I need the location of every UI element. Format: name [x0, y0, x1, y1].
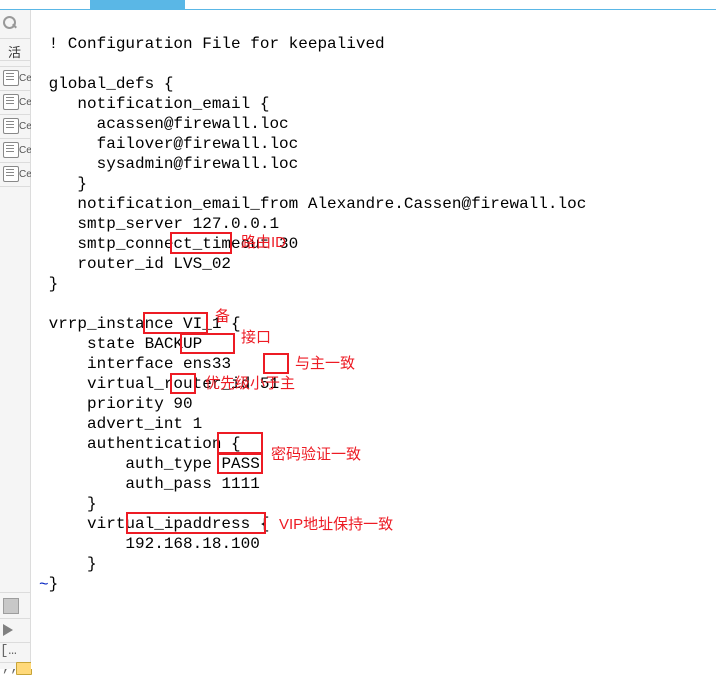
highlight-auth-type	[217, 432, 263, 454]
file-icon[interactable]	[3, 142, 19, 158]
active-tab-indicator[interactable]	[90, 0, 185, 9]
search-icon[interactable]	[3, 16, 19, 32]
code-line: state BACKUP	[39, 335, 202, 353]
highlight-priority	[170, 373, 196, 394]
note-vip: VIP地址保持一致	[279, 516, 393, 534]
code-line: }	[39, 495, 97, 513]
file-icon[interactable]	[3, 166, 19, 182]
note-state: 备	[215, 308, 230, 326]
highlight-vip	[126, 512, 266, 534]
code-line: auth_pass 1111	[39, 475, 260, 493]
note-priority: 优先级小于主	[205, 375, 295, 393]
editor-pane: ! Configuration File for keepalived glob…	[31, 10, 716, 669]
side-gutter: 活 Ce Ce Ce Ce Ce [… ,,	[0, 10, 31, 669]
gutter-tab-label: Ce	[19, 73, 30, 84]
code-line: }	[39, 555, 97, 573]
code-line: global_defs {	[39, 75, 173, 93]
highlight-interface	[180, 333, 235, 354]
code-line: sysadmin@firewall.loc	[39, 155, 298, 173]
code-line: notification_email {	[39, 95, 269, 113]
note-router-id: 路由ID	[241, 234, 286, 252]
note-interface: 接口	[241, 329, 271, 347]
code-line: vrrp_instance VI_1 {	[39, 315, 241, 333]
code-line: ! Configuration File for keepalived	[39, 35, 385, 53]
highlight-auth-pass	[217, 453, 263, 474]
code-line: }	[39, 175, 87, 193]
play-icon[interactable]	[3, 624, 19, 640]
highlight-router-id	[170, 232, 232, 254]
file-icon[interactable]	[3, 94, 19, 110]
file-icon[interactable]	[3, 118, 19, 134]
file-icon[interactable]	[3, 70, 19, 86]
code-content[interactable]: ! Configuration File for keepalived glob…	[39, 14, 586, 594]
highlight-state	[143, 312, 208, 334]
code-line: smtp_server 127.0.0.1	[39, 215, 279, 233]
highlight-vrid	[263, 353, 289, 374]
gutter-tab-label: Ce	[19, 169, 30, 180]
code-line: priority 90	[39, 395, 193, 413]
note-auth: 密码验证一致	[271, 446, 361, 464]
vim-tilde: ~	[39, 576, 49, 594]
gutter-tab-label: Ce	[19, 145, 30, 156]
code-line: router_id LVS_02	[39, 255, 231, 273]
code-line: advert_int 1	[39, 415, 202, 433]
code-line: notification_email_from Alexandre.Cassen…	[39, 195, 586, 213]
bracket-icon[interactable]: […	[0, 643, 30, 659]
gutter-word: 活	[8, 42, 21, 61]
code-line: failover@firewall.loc	[39, 135, 298, 153]
code-line: }	[39, 275, 58, 293]
code-line: 192.168.18.100	[39, 535, 260, 553]
note-vrid: 与主一致	[295, 355, 355, 373]
code-line: acassen@firewall.loc	[39, 115, 289, 133]
square-icon[interactable]	[3, 598, 19, 614]
gutter-tab-label: Ce	[19, 97, 30, 108]
folder-icon[interactable]	[16, 660, 32, 676]
code-line: interface ens33	[39, 355, 231, 373]
gutter-tab-label: Ce	[19, 121, 30, 132]
tab-strip	[0, 0, 716, 10]
code-line: authentication {	[39, 435, 241, 453]
